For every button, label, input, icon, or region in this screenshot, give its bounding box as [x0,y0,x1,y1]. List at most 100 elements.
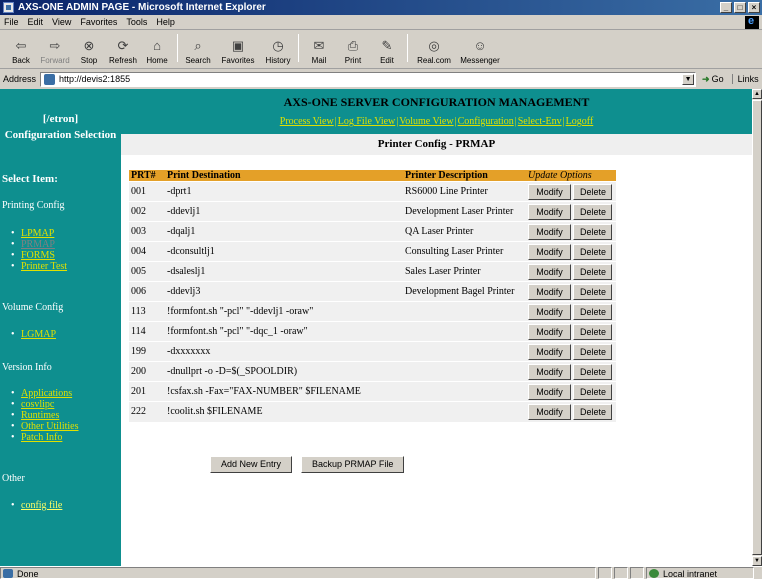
modify-button[interactable]: Modify [528,343,571,360]
nav-configuration[interactable]: Configuration [458,116,514,127]
favorites-button[interactable]: ▣ Favorites [215,38,261,65]
sidebar-item-runtimes[interactable]: Runtimes [21,410,59,421]
sidebar: [/etron] Configuration Selection Select … [0,89,121,566]
modify-button[interactable]: Modify [528,183,571,200]
nav-log-file-view[interactable]: Log File View [338,116,396,127]
back-button[interactable]: ⇦ Back [4,38,38,65]
cell-destination: -dconsultlj1 [165,241,403,262]
refresh-button[interactable]: ⟳ Refresh [106,38,140,65]
menu-favorites[interactable]: Favorites [80,17,117,27]
home-button[interactable]: ⌂ Home [140,38,174,65]
modify-button[interactable]: Modify [528,403,571,420]
sidebar-item-prmap[interactable]: PRMAP [21,239,55,250]
modify-button[interactable]: Modify [528,383,571,400]
address-input[interactable]: http://devis2:1855 ▼ [40,71,697,87]
stop-button[interactable]: ⊗ Stop [72,38,106,65]
favorites-icon: ▣ [231,38,245,53]
delete-button[interactable]: Delete [573,363,612,380]
nav-select-env[interactable]: Select-Env [518,116,562,127]
cell-update-options: Modify Delete [526,201,616,222]
close-icon[interactable]: × [748,2,760,13]
forward-button[interactable]: ⇨ Forward [38,38,72,65]
sidebar-item-config-file[interactable]: config file [21,500,62,511]
minimize-icon[interactable]: _ [720,2,732,13]
status-text-panel: Done [0,567,596,579]
list-item: FORMS [11,250,67,261]
action-buttons: Add New Entry Backup PRMAP File [210,456,405,473]
delete-button[interactable]: Delete [573,223,612,240]
delete-button[interactable]: Delete [573,403,612,420]
delete-button[interactable]: Delete [573,263,612,280]
sidebar-item-lpmap[interactable]: LPMAP [21,228,54,239]
messenger-icon: ☺ [473,38,487,53]
sidebar-item-other-utilities[interactable]: Other Utilities [21,421,79,432]
list-item: PRMAP [11,239,67,250]
cell-prt: 005 [129,261,165,282]
cell-destination: -dnullprt -o -D=$(_SPOOLDIR) [165,361,403,382]
modify-button[interactable]: Modify [528,243,571,260]
menu-edit[interactable]: Edit [28,17,44,27]
menu-help[interactable]: Help [156,17,175,27]
nav-process-view[interactable]: Process View [280,116,334,127]
status-cell [630,567,644,579]
vertical-scrollbar[interactable]: ▲ ▼ [752,89,762,566]
realcom-button[interactable]: ◎ Real.com [411,38,457,65]
modify-button[interactable]: Modify [528,263,571,280]
modify-button[interactable]: Modify [528,363,571,380]
add-new-entry-button[interactable]: Add New Entry [210,456,293,473]
sidebar-item-patch-info[interactable]: Patch Info [21,432,62,443]
cell-destination: -dprt1 [165,181,403,202]
modify-button[interactable]: Modify [528,283,571,300]
sidebar-item-cosvlipc[interactable]: cosvlipc [21,399,54,410]
table-row: 199 -dxxxxxxx Modify Delete [129,341,616,362]
delete-button[interactable]: Delete [573,243,612,260]
sidebar-item-applications[interactable]: Applications [21,388,72,399]
menu-file[interactable]: File [4,17,19,27]
cell-prt: 006 [129,281,165,302]
column-header-destination: Print Destination [165,170,403,182]
cell-destination: -dxxxxxxx [165,341,403,362]
cell-description [403,381,526,402]
cell-description: Development Laser Printer [403,201,526,222]
history-button[interactable]: ◷ History [261,38,295,65]
refresh-icon: ⟳ [117,38,129,53]
printer-table: PRT# Print Destination Printer Descripti… [129,170,616,422]
messenger-button[interactable]: ☺ Messenger [457,38,503,65]
nav-logoff[interactable]: Logoff [566,116,594,127]
cell-description [403,321,526,342]
search-button[interactable]: ⌕ Search [181,38,215,65]
nav-volume-view[interactable]: Volume View [399,116,453,127]
scroll-thumb[interactable] [752,100,762,555]
delete-button[interactable]: Delete [573,343,612,360]
go-button[interactable]: ➜ Go [702,74,724,85]
delete-button[interactable]: Delete [573,303,612,320]
menu-view[interactable]: View [52,17,71,27]
scroll-down-icon[interactable]: ▼ [752,556,762,566]
delete-button[interactable]: Delete [573,323,612,340]
history-icon: ◷ [272,38,284,53]
table-header-row: PRT# Print Destination Printer Descripti… [129,170,616,182]
sidebar-item-printer-test[interactable]: Printer Test [21,261,67,272]
links-button[interactable]: Links [731,74,759,84]
modify-button[interactable]: Modify [528,323,571,340]
delete-button[interactable]: Delete [573,183,612,200]
delete-button[interactable]: Delete [573,203,612,220]
maximize-icon[interactable]: □ [734,2,746,13]
modify-button[interactable]: Modify [528,203,571,220]
sidebar-item-forms[interactable]: FORMS [21,250,55,261]
edit-button[interactable]: ✎ Edit [370,38,404,65]
sidebar-item-lgmap[interactable]: LGMAP [21,329,56,340]
backup-prmap-button[interactable]: Backup PRMAP File [301,456,405,473]
print-button[interactable]: ⎙ Print [336,38,370,65]
delete-button[interactable]: Delete [573,383,612,400]
address-dropdown-icon[interactable]: ▼ [682,73,695,85]
delete-button[interactable]: Delete [573,283,612,300]
cell-prt: 113 [129,301,165,322]
scroll-up-icon[interactable]: ▲ [752,89,762,99]
mail-button[interactable]: ✉ Mail [302,38,336,65]
modify-button[interactable]: Modify [528,303,571,320]
modify-button[interactable]: Modify [528,223,571,240]
toolbar-separator [407,34,408,62]
cell-prt: 002 [129,201,165,222]
menu-tools[interactable]: Tools [126,17,147,27]
